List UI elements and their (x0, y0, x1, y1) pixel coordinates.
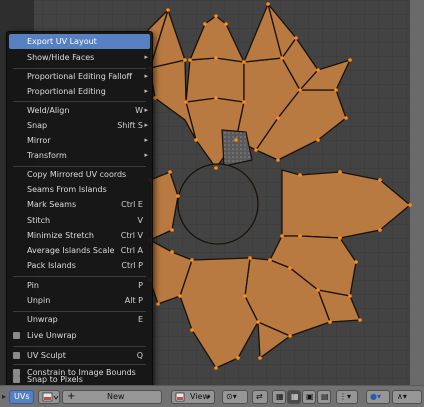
sticky-selection-toggle[interactable]: ⇄ (252, 390, 268, 404)
edge-select-icon: ▦ (291, 392, 299, 401)
uv-editor-header: ▸ UVs + New View ▾ ⊙▾ ⇄ ▦ ▦ ▣ ▤ ⋮▾ ●▾ ∧▾ (0, 385, 424, 407)
checkbox-icon[interactable] (13, 352, 20, 359)
chevron-down-icon: ▾ (207, 393, 211, 401)
falloff-dropdown[interactable]: ∧▾ (392, 390, 422, 404)
island-select-icon: ▤ (321, 392, 329, 401)
menu-item-weld-align[interactable]: Weld/Align W ▸ (9, 103, 150, 118)
menu-separator (13, 346, 146, 347)
falloff-curve-icon: ∧▾ (397, 392, 407, 401)
sticky-icon: ⋮▾ (339, 392, 352, 401)
face-select-icon: ▣ (306, 392, 314, 401)
menu-separator (13, 276, 146, 277)
uvs-menu-button[interactable]: UVs (9, 390, 34, 404)
menu-item-mark-seams[interactable]: Mark Seams Ctrl E (9, 197, 150, 212)
pivot-point-dropdown[interactable]: ⊙▾ (222, 390, 248, 404)
menu-item-proportional-editing-falloff[interactable]: Proportional Editing Falloff ▸ (9, 69, 150, 84)
checkbox-icon[interactable] (13, 376, 20, 383)
image-browse-button[interactable] (38, 390, 60, 404)
menu-item-transform[interactable]: Transform ▸ (9, 148, 150, 163)
menu-item-unpin[interactable]: Unpin Alt P (9, 293, 150, 308)
menu-item-snap[interactable]: Snap Shift S ▸ (9, 118, 150, 133)
select-edge-mode[interactable]: ▦ (287, 390, 301, 404)
select-vertex-mode[interactable]: ▦ (272, 390, 286, 404)
menu-item-unwrap[interactable]: Unwrap E (9, 312, 150, 327)
menu-item-show-hide-faces[interactable]: Show/Hide Faces ▸ (9, 50, 150, 65)
submenu-arrow-icon: ▸ (144, 53, 148, 61)
view-dropdown[interactable]: View ▾ (171, 390, 215, 404)
menu-item-seams-from-islands[interactable]: Seams From Islands (9, 182, 150, 197)
menu-item-export-uv-layout[interactable]: Export UV Layout (9, 34, 150, 49)
view-menu-arrow-icon[interactable]: ▸ (2, 390, 6, 404)
menu-item-proportional-editing[interactable]: Proportional Editing ▸ (9, 84, 150, 99)
menu-separator (13, 101, 146, 102)
submenu-arrow-icon: ▸ (144, 121, 148, 129)
menu-item-minimize-stretch[interactable]: Minimize Stretch Ctrl V (9, 228, 150, 243)
menu-item-uv-sculpt[interactable]: UV Sculpt Q (9, 348, 150, 363)
vertex-select-icon: ▦ (276, 392, 284, 401)
proportional-edit-icon: ●▾ (370, 392, 381, 401)
checkbox-icon[interactable] (13, 332, 20, 339)
select-face-mode[interactable]: ▣ (302, 390, 316, 404)
pivot-icon: ⊙▾ (226, 392, 237, 401)
submenu-arrow-icon: ▸ (144, 151, 148, 159)
menu-item-copy-mirrored-uv-coords[interactable]: Copy Mirrored UV coords (9, 167, 150, 182)
sticky-mode-dropdown[interactable]: ⋮▾ (336, 390, 358, 404)
new-image-button[interactable]: + New (62, 390, 162, 404)
sync-icon: ⇄ (256, 392, 263, 401)
menu-item-pack-islands[interactable]: Pack Islands Ctrl P (9, 258, 150, 273)
menu-item-live-unwrap[interactable]: Live Unwrap (9, 328, 150, 343)
uvs-dropdown-menu: Export UV Layout Show/Hide Faces ▸ Propor… (6, 31, 153, 390)
menu-item-stitch[interactable]: Stitch V (9, 213, 150, 228)
image-icon (175, 392, 185, 402)
menu-item-average-islands-scale[interactable]: Average Islands Scale Ctrl A (9, 243, 150, 258)
image-icon (42, 392, 59, 402)
menu-item-pin[interactable]: Pin P (9, 278, 150, 293)
submenu-arrow-icon: ▸ (144, 106, 148, 114)
menu-item-mirror[interactable]: Mirror ▸ (9, 133, 150, 148)
proportional-edit-dropdown[interactable]: ●▾ (366, 390, 390, 404)
select-island-mode[interactable]: ▤ (317, 390, 331, 404)
island-hole (177, 163, 259, 245)
plus-icon: + (67, 391, 76, 402)
submenu-arrow-icon: ▸ (144, 136, 148, 144)
submenu-arrow-icon: ▸ (144, 87, 148, 95)
submenu-arrow-icon: ▸ (144, 72, 148, 80)
